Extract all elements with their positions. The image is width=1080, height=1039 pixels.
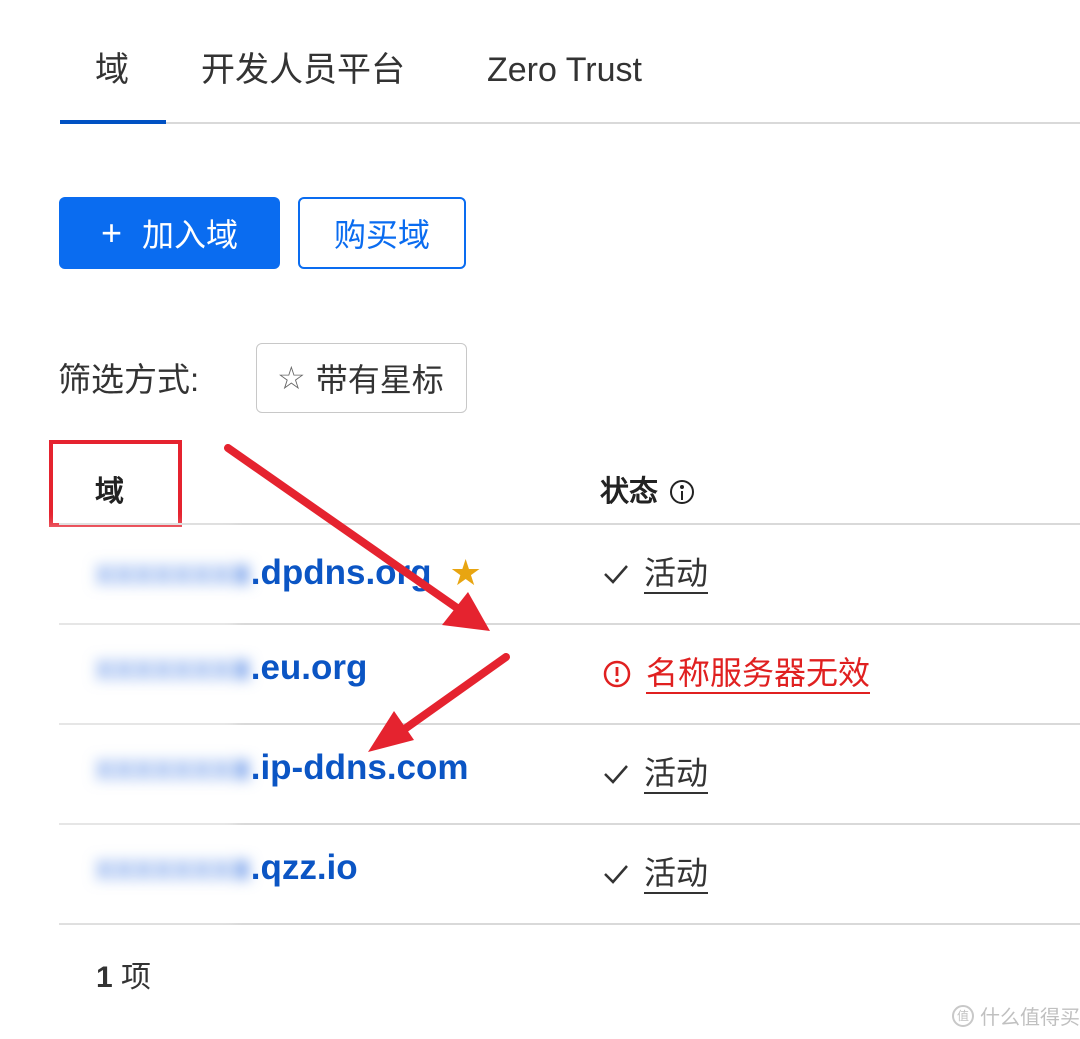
watermark-text: 什么值得买 bbox=[980, 1007, 1080, 1029]
table-row: xxxxxxxx .ip-ddns.com 活动 bbox=[0, 724, 1080, 824]
check-icon bbox=[604, 565, 628, 584]
active-tab-indicator bbox=[60, 120, 166, 124]
status-link[interactable]: 活动 bbox=[644, 754, 709, 794]
starred-filter-label: 带有星标 bbox=[315, 362, 444, 398]
check-icon bbox=[604, 865, 628, 884]
watermark-logo-icon: 值 bbox=[952, 1004, 974, 1027]
table-row: xxxxxxxx .qzz.io 活动 bbox=[0, 824, 1080, 924]
tab-domains[interactable]: 域 bbox=[95, 48, 129, 92]
add-domain-label: 加入域 bbox=[142, 217, 239, 253]
status-link[interactable]: 名称服务器无效 bbox=[646, 654, 871, 694]
redacted-domain-prefix: xxxxxxxx bbox=[95, 553, 251, 592]
item-count-number: 1 bbox=[96, 961, 113, 994]
domain-suffix: .ip-ddns.com bbox=[250, 748, 469, 787]
tab-developer-platform[interactable]: 开发人员平台 bbox=[201, 48, 405, 92]
redacted-domain-prefix: xxxxxxxx bbox=[95, 848, 251, 887]
watermark: 值 什么值得买 bbox=[952, 1001, 1080, 1030]
check-icon bbox=[604, 765, 628, 784]
buy-domain-button[interactable]: 购买域 bbox=[298, 197, 466, 269]
column-header-status-label: 状态 bbox=[600, 476, 659, 508]
table-bottom-divider bbox=[59, 923, 1080, 925]
redacted-domain-prefix: xxxxxxxx bbox=[95, 648, 251, 687]
starred-filter-chip[interactable]: ☆ 带有星标 bbox=[256, 343, 467, 413]
plus-icon: + bbox=[100, 212, 122, 253]
domain-link[interactable]: xxxxxxxx .dpdns.org ★ bbox=[95, 552, 482, 594]
status-cell: 活动 bbox=[602, 554, 709, 594]
table-row: xxxxxxxx .eu.org 名称服务器无效 bbox=[0, 624, 1080, 724]
status-cell: 活动 bbox=[602, 854, 709, 894]
status-cell: 名称服务器无效 bbox=[602, 654, 871, 694]
table-row: xxxxxxxx .dpdns.org ★ 活动 bbox=[0, 524, 1080, 624]
redacted-domain-prefix: xxxxxxxx bbox=[95, 748, 251, 787]
info-icon[interactable] bbox=[670, 480, 695, 504]
star-filled-icon[interactable]: ★ bbox=[450, 552, 482, 594]
annotation-highlight-box bbox=[49, 440, 182, 527]
domain-link[interactable]: xxxxxxxx .qzz.io bbox=[95, 848, 358, 888]
domain-suffix: .qzz.io bbox=[250, 848, 358, 887]
error-icon bbox=[603, 660, 631, 688]
domain-link[interactable]: xxxxxxxx .ip-ddns.com bbox=[95, 748, 469, 788]
domain-link[interactable]: xxxxxxxx .eu.org bbox=[95, 648, 367, 688]
filter-label: 筛选方式: bbox=[58, 361, 200, 398]
domain-suffix: .dpdns.org bbox=[250, 553, 432, 592]
item-count: 1 项 bbox=[96, 956, 151, 1000]
status-cell: 活动 bbox=[602, 754, 709, 794]
status-link[interactable]: 活动 bbox=[644, 554, 709, 594]
item-count-unit: 项 bbox=[121, 961, 152, 994]
star-outline-icon: ☆ bbox=[277, 360, 306, 396]
top-tabs: 域 开发人员平台 Zero Trust bbox=[60, 0, 1080, 124]
add-domain-button[interactable]: + 加入域 bbox=[59, 197, 280, 269]
tab-zero-trust[interactable]: Zero Trust bbox=[487, 48, 642, 92]
domain-suffix: .eu.org bbox=[250, 648, 368, 687]
status-link[interactable]: 活动 bbox=[644, 854, 709, 894]
column-header-status: 状态 bbox=[600, 470, 695, 514]
